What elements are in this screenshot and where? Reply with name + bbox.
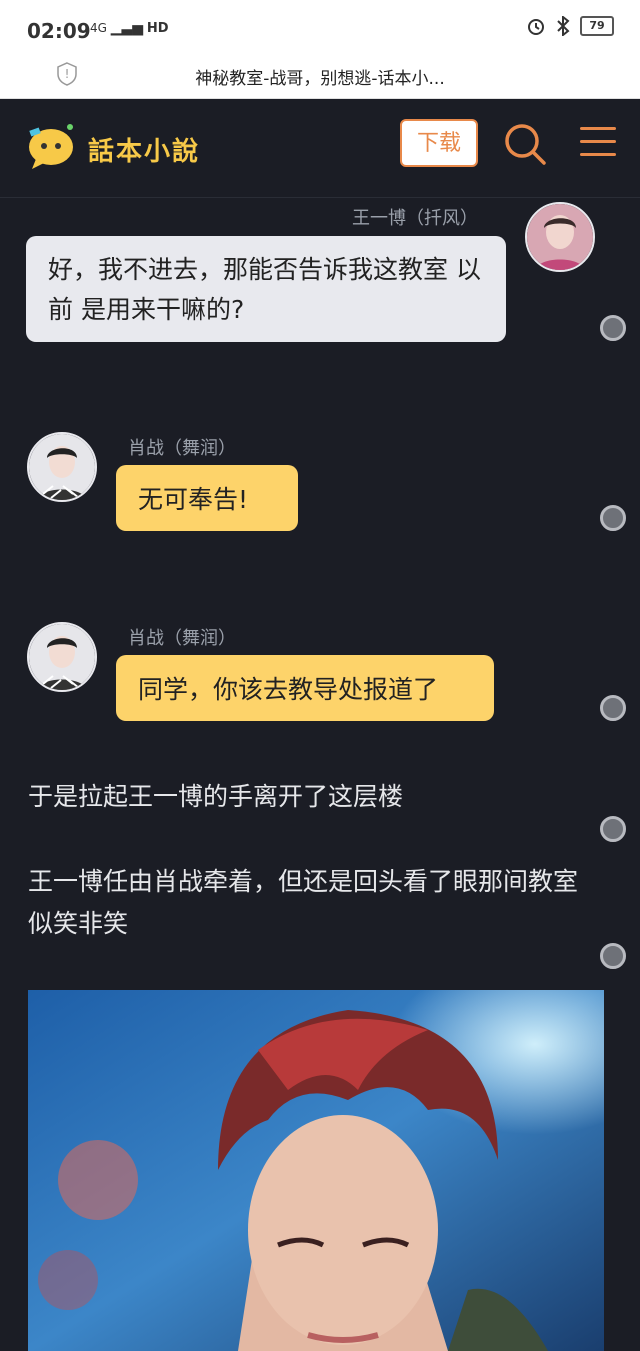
clock: 02:09 — [27, 19, 91, 43]
narration-paragraph: 于是拉起王一博的手离开了这层楼 — [28, 782, 404, 811]
chat-bubble: 好，我不进去，那能否告诉我这教室 以前 是用来干嘛的? — [26, 236, 506, 342]
paragraph-comment-dot[interactable] — [600, 943, 626, 969]
paragraph-comment-dot[interactable] — [600, 505, 626, 531]
narration-paragraph: 王一博任由肖战牵着，但还是回头看了眼那间教室似笑非笑 — [28, 867, 579, 938]
avatar-image — [29, 434, 95, 500]
battery-indicator: 79 — [580, 16, 614, 36]
hd-badge: HD — [146, 21, 169, 36]
speaker-name: 王一博（扦风） — [352, 208, 478, 229]
chat-bubble: 同学，你该去教导处报道了 — [116, 655, 494, 721]
download-button[interactable]: 下载 — [400, 119, 478, 167]
browser-address-bar[interactable]: ! 神秘教室-战哥，别想逃-话本小... — [0, 52, 640, 99]
avatar[interactable] — [27, 622, 97, 692]
portrait-image — [28, 990, 604, 1351]
menu-icon[interactable] — [580, 127, 616, 159]
bluetooth-icon — [557, 16, 570, 36]
paragraph-comment-dot[interactable] — [600, 695, 626, 721]
avatar-image — [527, 204, 593, 270]
search-icon[interactable] — [502, 121, 548, 167]
chat-bubble: 无可奉告! — [116, 465, 298, 531]
site-header: 話本小說 下载 — [0, 99, 640, 198]
network-type-label: 4G — [90, 21, 107, 35]
page-title[interactable]: 神秘教室-战哥，别想逃-话本小... — [120, 64, 520, 89]
avatar[interactable] — [27, 432, 97, 502]
speaker-name: 肖战（舞润） — [128, 438, 236, 459]
story-photo[interactable] — [28, 990, 604, 1351]
alarm-icon — [528, 19, 544, 35]
status-bar: 02:09 4G ▁▃▅ HD 79 — [0, 0, 640, 52]
shield-icon[interactable]: ! — [56, 62, 78, 86]
signal-indicator: 4G ▁▃▅ HD — [90, 20, 169, 36]
speaker-name: 肖战（舞润） — [128, 628, 236, 649]
signal-bars-icon: ▁▃▅ — [110, 20, 144, 36]
logo-icon[interactable] — [22, 119, 78, 173]
svg-text:!: ! — [65, 67, 70, 81]
avatar-image — [29, 624, 95, 690]
avatar[interactable] — [525, 202, 595, 272]
paragraph-comment-dot[interactable] — [600, 816, 626, 842]
logo-text[interactable]: 話本小說 — [88, 131, 200, 168]
paragraph-comment-dot[interactable] — [600, 315, 626, 341]
